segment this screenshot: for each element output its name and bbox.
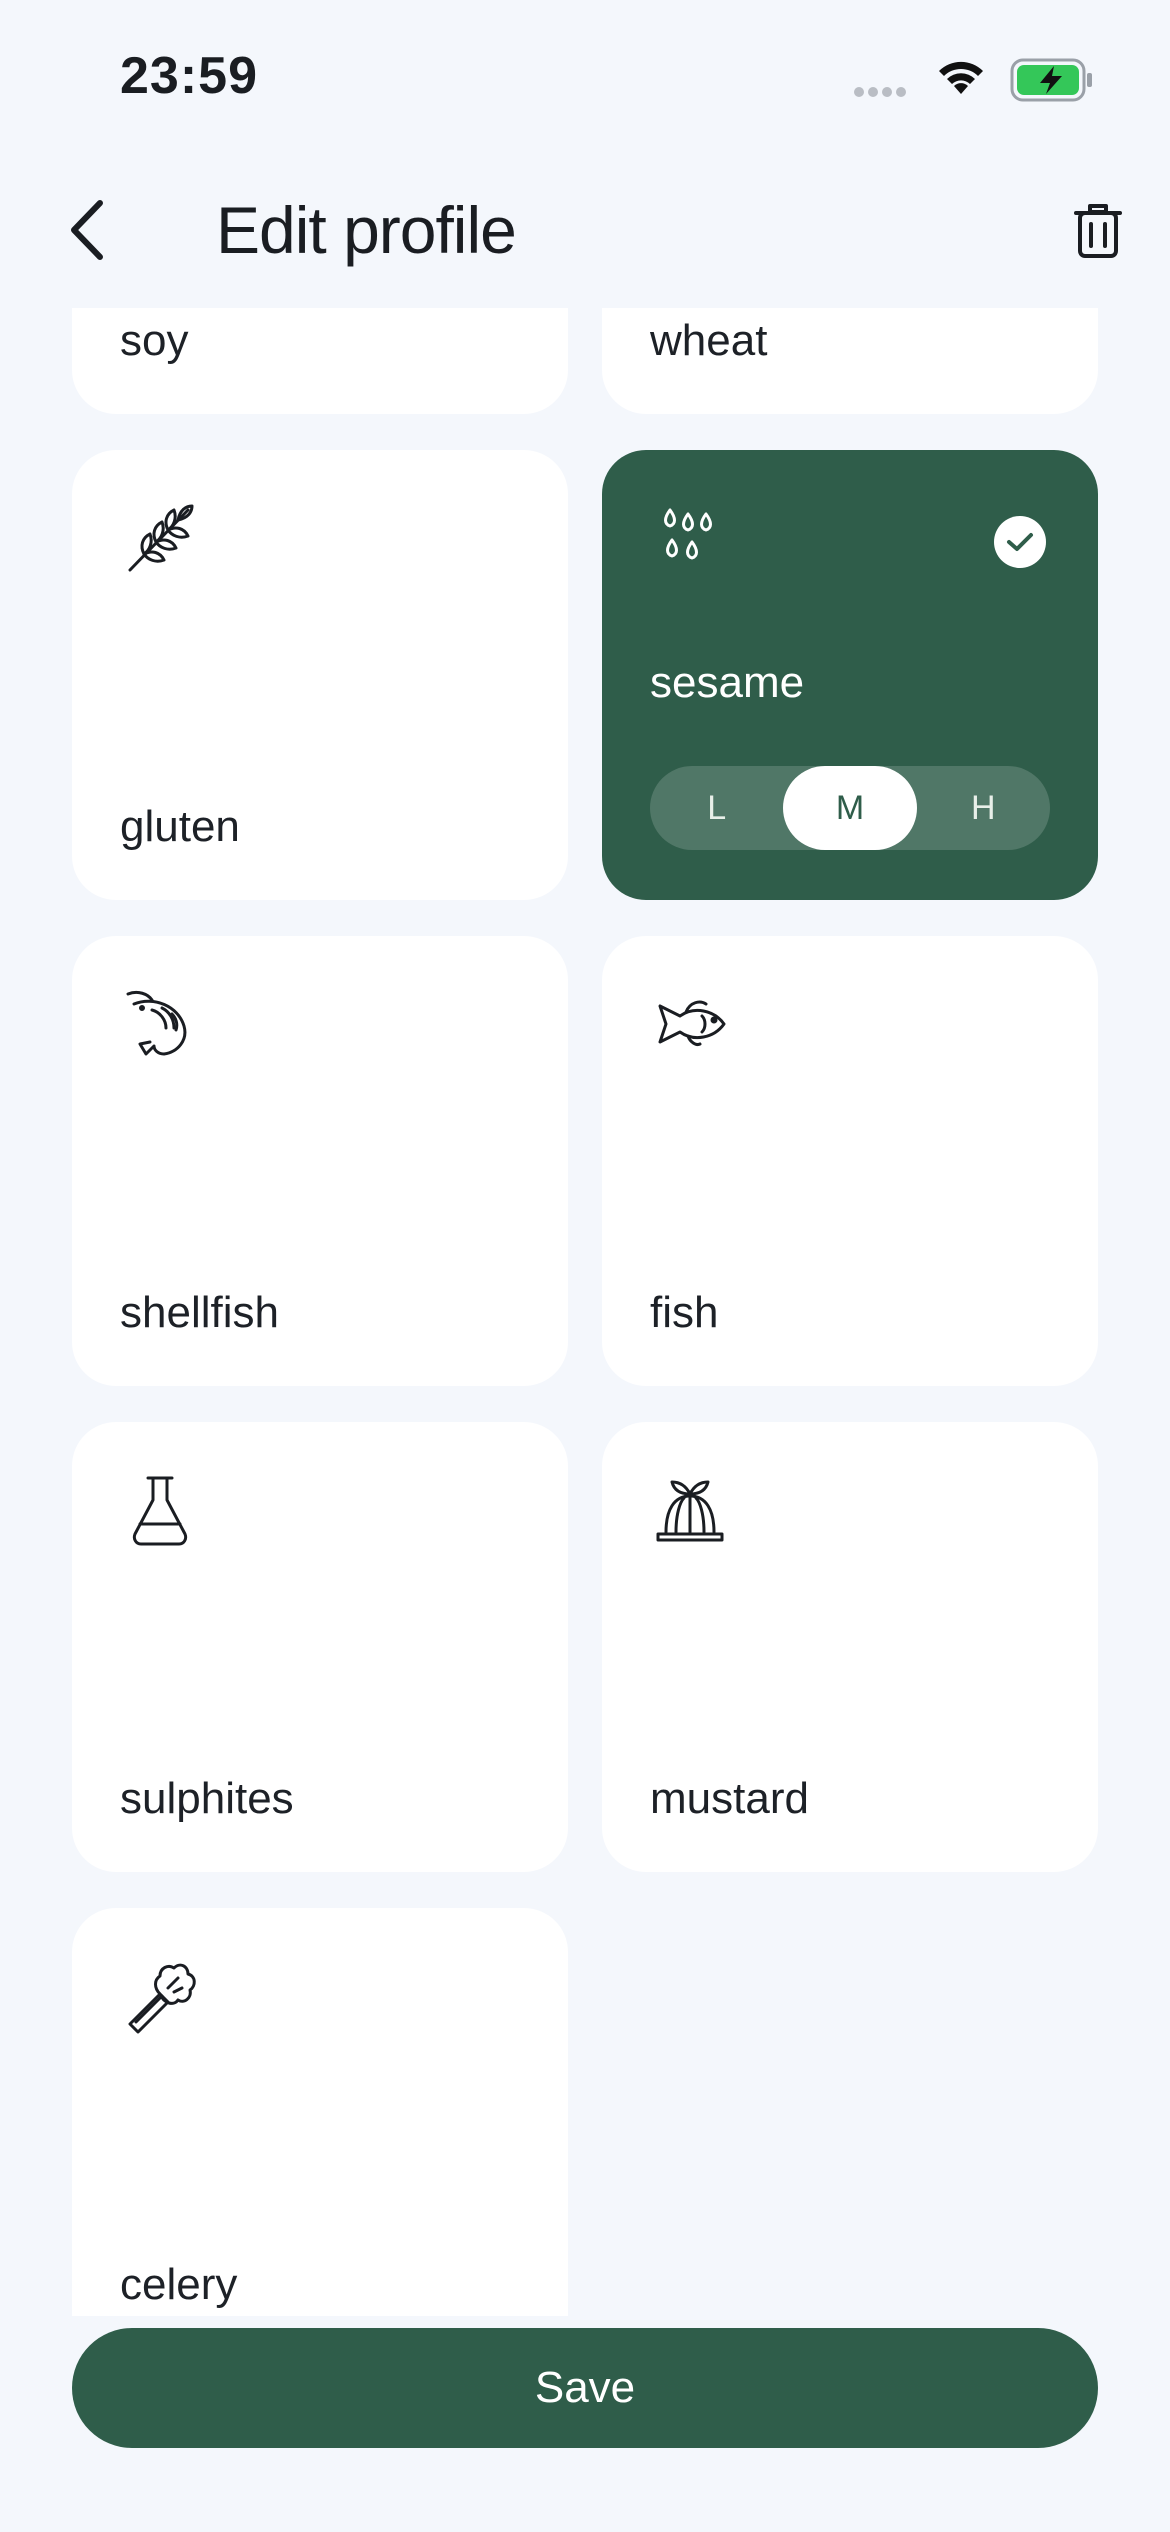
allergen-label: mustard <box>650 1774 809 1823</box>
severity-high-option[interactable]: H <box>917 766 1050 850</box>
allergen-label: sulphites <box>120 1774 294 1823</box>
status-time: 23:59 <box>120 47 258 105</box>
allergen-label: sesame <box>650 658 805 707</box>
severity-low-option[interactable]: L <box>650 766 783 850</box>
severity-medium-option[interactable]: M <box>783 766 917 850</box>
allergen-card-fish[interactable]: fish <box>602 936 1098 1386</box>
save-button[interactable]: Save <box>72 2328 1098 2448</box>
shrimp-icon <box>122 986 198 1062</box>
delete-button[interactable] <box>1066 192 1130 268</box>
flask-icon <box>122 1472 198 1548</box>
chevron-left-icon <box>71 200 103 260</box>
allergen-label: soy <box>120 316 189 365</box>
allergen-grid[interactable]: soy wheat gluten sesame L M H shellfish … <box>0 308 1170 2316</box>
allergen-card-mustard[interactable]: mustard <box>602 1422 1098 1872</box>
allergen-card-wheat[interactable]: wheat <box>602 308 1098 414</box>
header: Edit profile <box>0 170 1170 290</box>
allergen-label: fish <box>650 1288 719 1337</box>
jelly-mold-icon <box>652 1472 728 1548</box>
allergen-label: wheat <box>650 316 768 365</box>
wifi-icon <box>934 56 988 101</box>
seeds-icon <box>652 500 728 576</box>
allergen-label: gluten <box>120 802 240 851</box>
page-title: Edit profile <box>216 193 517 267</box>
cellular-signal-icon <box>854 84 910 102</box>
allergen-card-sulphites[interactable]: sulphites <box>72 1422 568 1872</box>
allergen-card-celery[interactable]: celery <box>72 1908 568 2316</box>
severity-selector[interactable]: L M H <box>650 766 1050 850</box>
celery-icon <box>122 1958 198 2034</box>
allergen-card-sesame[interactable]: sesame L M H <box>602 450 1098 900</box>
allergen-label: shellfish <box>120 1288 279 1337</box>
allergen-card-shellfish[interactable]: shellfish <box>72 936 568 1386</box>
trash-icon <box>1074 204 1122 258</box>
status-bar: 23:59 <box>0 0 1170 150</box>
allergen-card-gluten[interactable]: gluten <box>72 450 568 900</box>
back-button[interactable] <box>56 190 116 270</box>
allergen-card-soy[interactable]: soy <box>72 308 568 414</box>
battery-icon <box>1010 58 1094 107</box>
wheat-stalk-icon <box>122 500 198 576</box>
fish-icon <box>652 986 728 1062</box>
allergen-label: celery <box>120 2260 238 2309</box>
selected-check-icon <box>994 516 1046 568</box>
